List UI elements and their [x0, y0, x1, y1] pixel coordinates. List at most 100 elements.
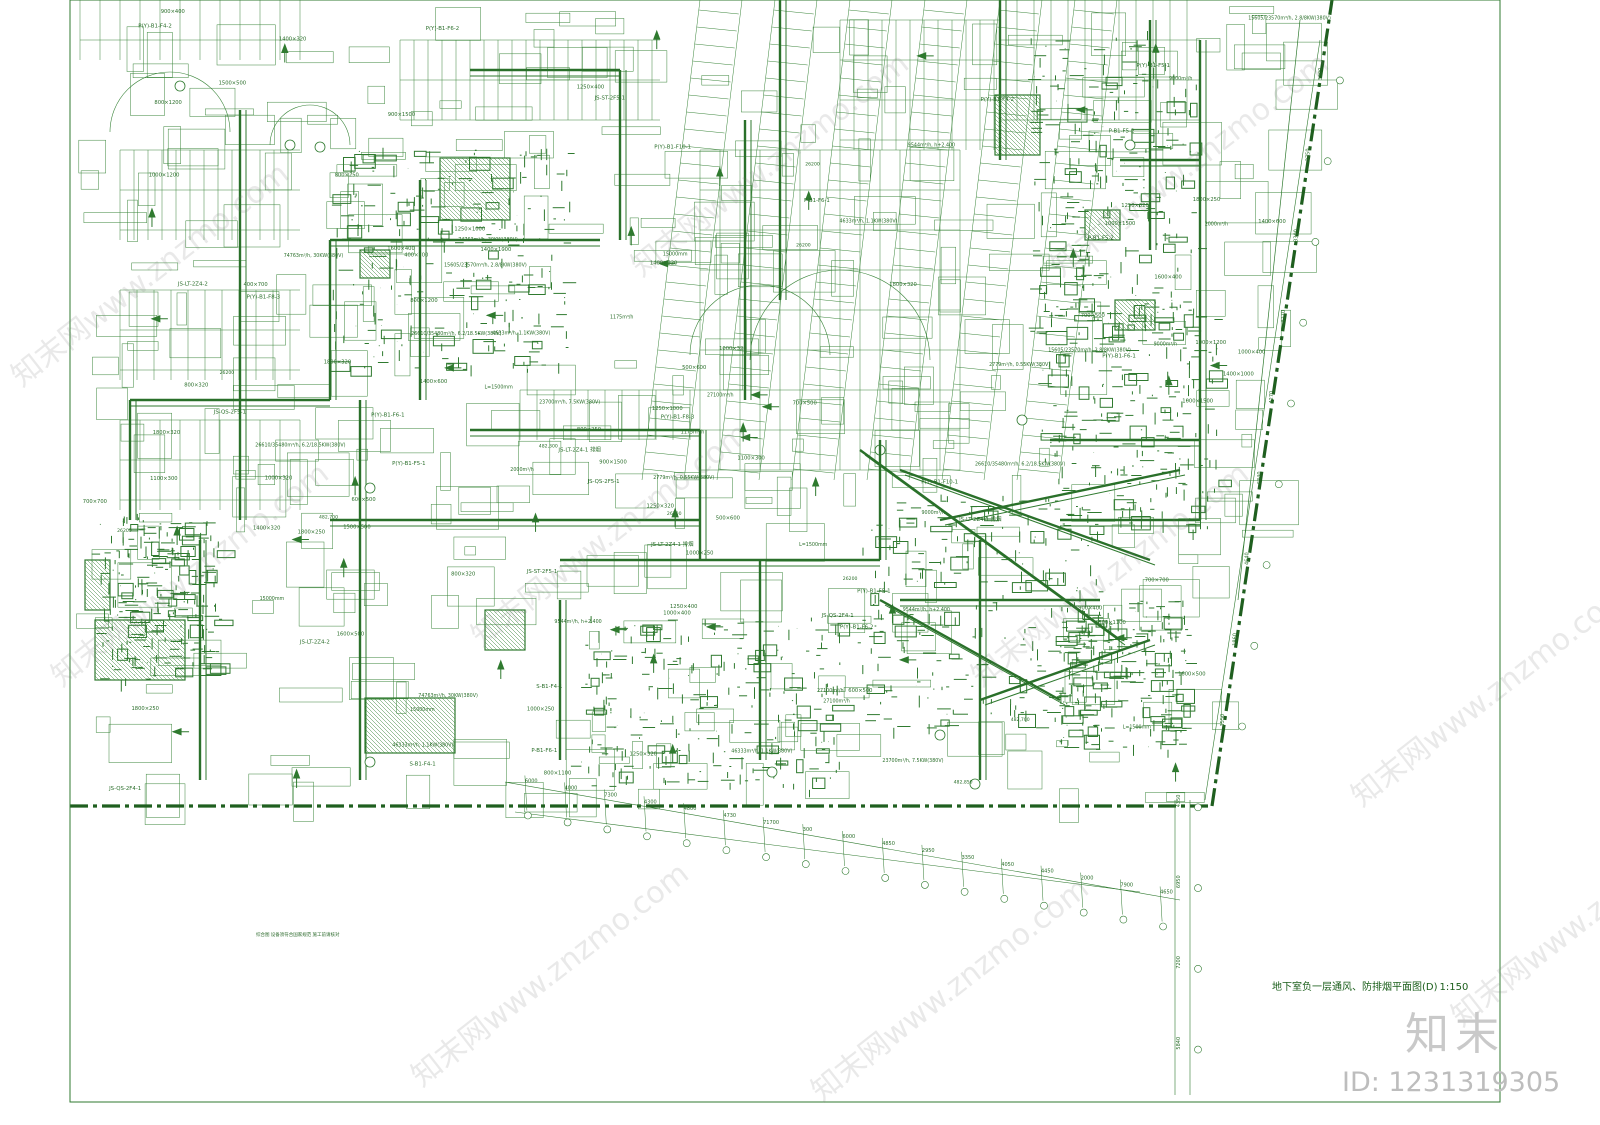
room-dimension-label: 482,300 — [539, 444, 558, 450]
room-outline — [922, 458, 938, 493]
fan-tag-label: S-B1-F4-1 — [536, 684, 562, 690]
room-outline — [270, 755, 310, 766]
axis-bubble — [1016, 414, 1028, 426]
equipment-box — [130, 524, 139, 532]
airflow-label: 27100m³/h — [707, 392, 734, 398]
right-dimension-value: 1860 — [1232, 633, 1238, 646]
parking-stall-slanted — [657, 349, 699, 355]
duct-size-label: 1250×320 — [647, 504, 674, 510]
equipment-box — [346, 225, 363, 239]
room-outline — [128, 291, 159, 327]
parking-stall-slanted — [974, 213, 1015, 219]
room-outline — [735, 140, 782, 157]
shaft-hatch — [94, 663, 112, 681]
room-dimension-label: 482,850 — [954, 779, 973, 785]
duct-size-label: 1250×320 — [630, 752, 657, 758]
equipment-box — [873, 631, 886, 644]
room-outline — [167, 128, 226, 170]
general-note: 综合图 设备须符合国家规范 施工前请核对 — [256, 932, 340, 937]
room-outline — [309, 304, 358, 338]
duct-size-label: 1400×320 — [650, 261, 677, 267]
room-outline — [460, 502, 514, 512]
bottom-dimension-value: 4730 — [723, 813, 736, 819]
fan-tag-label: P(Y)-B1-F6-2 — [840, 624, 873, 630]
parking-stall-slanted — [692, 60, 733, 66]
fan-tag-label: JS-QS-2F5-1 — [587, 479, 620, 485]
fan-tag-label: P(Y)-B1-F10-1 — [654, 144, 691, 150]
duct-size-label: 700×700 — [83, 499, 107, 505]
shaft-hatch — [484, 641, 494, 651]
room-outline — [741, 90, 778, 113]
shaft-hatch — [484, 621, 514, 651]
duct-size-label: 900×400 — [161, 9, 185, 15]
parking-stall-slanted — [680, 162, 721, 168]
parking-stall-slanted — [909, 128, 950, 134]
duct-size-label: 1000×250 — [686, 551, 713, 557]
parking-stall-slanted — [803, 383, 844, 389]
duct-size-label: 900×400 — [1078, 606, 1102, 612]
duct-size-label: 1800×320 — [889, 282, 916, 288]
parking-stall-slanted — [905, 162, 946, 168]
shaft-hatch — [439, 215, 445, 221]
room-outline — [1262, 241, 1317, 273]
room-outline — [1089, 751, 1120, 763]
room-outline — [614, 50, 668, 83]
parking-stall-slanted — [757, 145, 798, 151]
equipment-box — [1047, 374, 1069, 388]
parking-stall-slanted — [743, 264, 784, 270]
shaft-hatch — [439, 211, 449, 221]
airflow-label: L=1500mm — [485, 385, 514, 391]
parking-stall-slanted — [678, 179, 719, 185]
shaft-hatch — [1030, 94, 1041, 105]
parking-stall-slanted — [818, 264, 859, 270]
duct-size-label: 1000×250 — [527, 707, 554, 713]
airflow-label: 74763m³/h, 30KW(380V) — [418, 693, 478, 699]
parking-stall-slanted — [980, 162, 1021, 168]
room-outline — [1207, 491, 1253, 502]
parking-stall-slanted — [769, 43, 810, 49]
parking-stall-slanted — [887, 315, 928, 321]
room-outline — [849, 19, 869, 56]
shaft-hatch — [84, 561, 111, 588]
parking-stall-slanted — [1073, 9, 1114, 15]
bottom-dimension-value: 4800 — [684, 806, 697, 812]
shaft-hatch — [166, 619, 186, 639]
equipment-box — [1163, 243, 1176, 253]
duct-size-label: 1600×400 — [387, 246, 414, 252]
room-outline — [1092, 317, 1103, 352]
room-outline — [193, 260, 247, 268]
room-outline — [96, 387, 128, 420]
room-outline — [1138, 47, 1165, 75]
duct-size-label: 800×320 — [451, 571, 475, 577]
duct-size-label: 1000×1500 — [1105, 221, 1136, 227]
room-outline — [1226, 24, 1245, 71]
airflow-label: L=1500mm — [799, 542, 828, 548]
room-dimension-label: 26200 — [220, 370, 235, 376]
shaft-hatch — [484, 613, 522, 651]
shaft-hatch — [84, 593, 102, 611]
room-dimension-label: 26200 — [843, 576, 858, 582]
room-outline — [453, 739, 507, 786]
shaft-hatch — [994, 138, 1012, 156]
bottom-dimension-value: 300 — [803, 827, 813, 833]
equipment-box — [1089, 525, 1105, 535]
equipment-box — [1068, 729, 1084, 738]
room-outline — [776, 476, 792, 516]
shaft-hatch — [84, 581, 111, 608]
room-outline — [223, 204, 281, 248]
room-outline — [380, 428, 434, 454]
room-dimension-label: 26200 — [796, 243, 811, 249]
shaft-hatch — [94, 623, 152, 681]
room-outline — [1257, 285, 1274, 329]
room-outline — [684, 712, 715, 732]
room-outline — [701, 618, 745, 639]
room-outline — [1219, 161, 1241, 199]
bottom-dimension-line — [504, 781, 1181, 901]
parking-stall-slanted — [797, 434, 838, 440]
shaft-hatch — [477, 157, 511, 191]
parking-stall-slanted — [1057, 145, 1098, 151]
fan-tag-label: P(Y)-B1-F6-2 — [426, 26, 459, 32]
fan-tag-label: S-B1-F4-1 — [410, 762, 436, 768]
axis-bubble — [284, 139, 296, 151]
airflow-arrow — [292, 768, 301, 779]
